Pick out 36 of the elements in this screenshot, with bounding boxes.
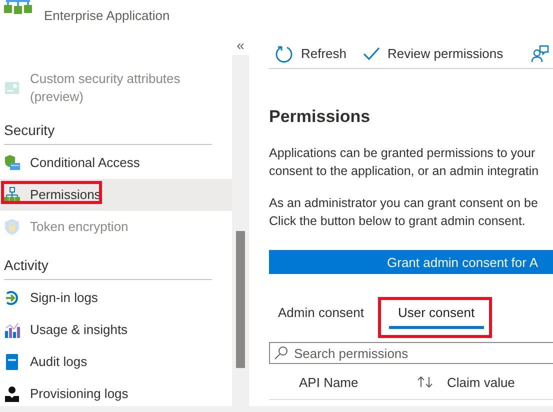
page-title: Permissions [269,107,372,127]
checkmark-icon [362,47,380,60]
grant-consent-button[interactable]: Grant admin consent for A [269,250,553,274]
hierarchy-icon [4,187,20,203]
sidebar-item[interactable]: Provisioning logs [0,378,232,406]
sidebar-item[interactable]: Permissions [0,179,232,211]
attributes-icon [4,80,20,96]
column-header[interactable]: API Name [299,374,358,390]
tab[interactable]: Admin consent [269,298,373,329]
sidebar-item[interactable]: Audit logs [0,346,232,378]
shield-icon [4,155,20,171]
page-subtitle: Enterprise Application [44,8,170,23]
refresh-icon [275,44,293,62]
toolbar-button[interactable]: Refresh [269,44,355,62]
tab[interactable]: User consent [389,298,484,329]
search-field[interactable]: Search permissions [269,342,553,364]
section-heading: Security [4,118,212,145]
sort-icon[interactable] [417,376,433,388]
sidebar-item[interactable]: Conditional Access [0,147,232,179]
column-header[interactable]: Claim value [447,374,515,390]
lock-shield-icon [4,219,20,235]
bar-chart-icon [4,322,20,338]
person-icon [4,386,20,402]
app-icon [4,0,32,14]
scrollbar[interactable] [232,55,249,406]
book-icon [4,354,20,370]
sign-in-icon [4,290,20,306]
collapse-button[interactable]: « [236,40,244,55]
description-text: Applications can be granted permissions to your consent to the application, or an admin integratin [269,145,540,180]
search-icon [274,346,288,360]
toolbar-button[interactable]: Review permissions [354,46,512,61]
section-heading: Activity [4,253,212,280]
description-text: As an administrator you can grant consent on be Click the button below to grant admin consent. [269,195,539,230]
sidebar-item[interactable]: Usage & insights [0,314,232,346]
sidebar-item[interactable]: Sign-in logs [0,282,232,314]
person-feedback-icon [531,44,550,62]
